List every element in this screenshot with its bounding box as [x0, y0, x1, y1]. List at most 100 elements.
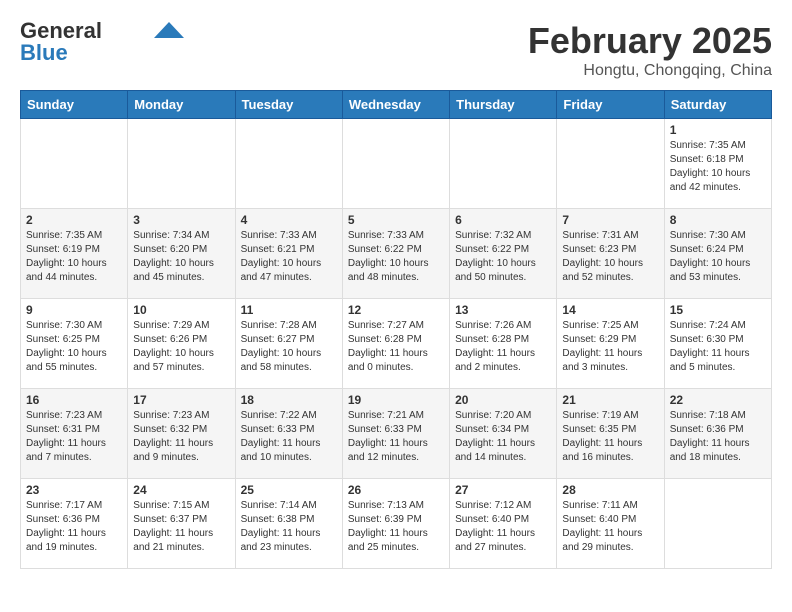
weekday-header-monday: Monday [128, 91, 235, 119]
day-info: Sunrise: 7:34 AM Sunset: 6:20 PM Dayligh… [133, 229, 229, 285]
day-info: Sunrise: 7:23 AM Sunset: 6:32 PM Dayligh… [133, 409, 229, 465]
calendar-cell [450, 119, 557, 209]
day-number: 9 [26, 303, 122, 317]
day-info: Sunrise: 7:18 AM Sunset: 6:36 PM Dayligh… [670, 409, 766, 465]
day-info: Sunrise: 7:35 AM Sunset: 6:19 PM Dayligh… [26, 229, 122, 285]
day-info: Sunrise: 7:30 AM Sunset: 6:25 PM Dayligh… [26, 319, 122, 375]
calendar-cell: 18 Sunrise: 7:22 AM Sunset: 6:33 PM Dayli… [235, 389, 342, 479]
title-block: February 2025 Hongtu, Chongqing, China [528, 20, 772, 80]
day-info: Sunrise: 7:12 AM Sunset: 6:40 PM Dayligh… [455, 499, 551, 555]
logo-arrow-icon [154, 22, 184, 38]
weekday-header-tuesday: Tuesday [235, 91, 342, 119]
calendar-cell: 19 Sunrise: 7:21 AM Sunset: 6:33 PM Dayli… [342, 389, 449, 479]
day-info: Sunrise: 7:31 AM Sunset: 6:23 PM Dayligh… [562, 229, 658, 285]
day-number: 6 [455, 213, 551, 227]
calendar-cell [128, 119, 235, 209]
day-info: Sunrise: 7:33 AM Sunset: 6:22 PM Dayligh… [348, 229, 444, 285]
calendar-cell: 12 Sunrise: 7:27 AM Sunset: 6:28 PM Dayli… [342, 299, 449, 389]
day-info: Sunrise: 7:22 AM Sunset: 6:33 PM Dayligh… [241, 409, 337, 465]
calendar-cell: 8 Sunrise: 7:30 AM Sunset: 6:24 PM Daylig… [664, 209, 771, 299]
weekday-header-friday: Friday [557, 91, 664, 119]
calendar-cell: 11Sunrise: 7:28 AM Sunset: 6:27 PM Dayli… [235, 299, 342, 389]
day-info: Sunrise: 7:24 AM Sunset: 6:30 PM Dayligh… [670, 319, 766, 375]
day-info: Sunrise: 7:11 AM Sunset: 6:40 PM Dayligh… [562, 499, 658, 555]
day-number: 4 [241, 213, 337, 227]
day-info: Sunrise: 7:30 AM Sunset: 6:24 PM Dayligh… [670, 229, 766, 285]
day-number: 2 [26, 213, 122, 227]
calendar-cell: 22 Sunrise: 7:18 AM Sunset: 6:36 PM Dayli… [664, 389, 771, 479]
calendar-week-5: 23 Sunrise: 7:17 AM Sunset: 6:36 PM Dayli… [21, 479, 772, 569]
calendar-cell: 5 Sunrise: 7:33 AM Sunset: 6:22 PM Daylig… [342, 209, 449, 299]
day-number: 20 [455, 393, 551, 407]
day-number: 24 [133, 483, 229, 497]
day-number: 15 [670, 303, 766, 317]
day-number: 8 [670, 213, 766, 227]
day-number: 25 [241, 483, 337, 497]
day-number: 17 [133, 393, 229, 407]
day-info: Sunrise: 7:26 AM Sunset: 6:28 PM Dayligh… [455, 319, 551, 375]
logo: General Blue [20, 20, 184, 64]
calendar-cell: 4 Sunrise: 7:33 AM Sunset: 6:21 PM Daylig… [235, 209, 342, 299]
calendar-cell [21, 119, 128, 209]
day-number: 23 [26, 483, 122, 497]
day-number: 26 [348, 483, 444, 497]
day-info: Sunrise: 7:19 AM Sunset: 6:35 PM Dayligh… [562, 409, 658, 465]
day-number: 5 [348, 213, 444, 227]
day-number: 27 [455, 483, 551, 497]
day-number: 1 [670, 123, 766, 137]
day-info: Sunrise: 7:32 AM Sunset: 6:22 PM Dayligh… [455, 229, 551, 285]
weekday-header-thursday: Thursday [450, 91, 557, 119]
day-number: 12 [348, 303, 444, 317]
calendar-cell [557, 119, 664, 209]
calendar-cell: 14 Sunrise: 7:25 AM Sunset: 6:29 PM Dayli… [557, 299, 664, 389]
day-info: Sunrise: 7:13 AM Sunset: 6:39 PM Dayligh… [348, 499, 444, 555]
page-header: General Blue February 2025 Hongtu, Chong… [20, 20, 772, 80]
day-number: 21 [562, 393, 658, 407]
day-number: 16 [26, 393, 122, 407]
calendar-cell: 13 Sunrise: 7:26 AM Sunset: 6:28 PM Dayli… [450, 299, 557, 389]
calendar-cell: 1Sunrise: 7:35 AM Sunset: 6:18 PM Daylig… [664, 119, 771, 209]
calendar-cell: 21 Sunrise: 7:19 AM Sunset: 6:35 PM Dayli… [557, 389, 664, 479]
calendar-cell: 6 Sunrise: 7:32 AM Sunset: 6:22 PM Daylig… [450, 209, 557, 299]
calendar-cell: 24Sunrise: 7:15 AM Sunset: 6:37 PM Dayli… [128, 479, 235, 569]
day-number: 13 [455, 303, 551, 317]
day-number: 18 [241, 393, 337, 407]
calendar-cell: 25 Sunrise: 7:14 AM Sunset: 6:38 PM Dayli… [235, 479, 342, 569]
day-info: Sunrise: 7:14 AM Sunset: 6:38 PM Dayligh… [241, 499, 337, 555]
calendar-cell: 15 Sunrise: 7:24 AM Sunset: 6:30 PM Dayli… [664, 299, 771, 389]
logo-general: General [20, 20, 102, 42]
day-number: 10 [133, 303, 229, 317]
day-number: 22 [670, 393, 766, 407]
day-info: Sunrise: 7:27 AM Sunset: 6:28 PM Dayligh… [348, 319, 444, 375]
calendar-cell [342, 119, 449, 209]
calendar-table: SundayMondayTuesdayWednesdayThursdayFrid… [20, 90, 772, 569]
day-info: Sunrise: 7:29 AM Sunset: 6:26 PM Dayligh… [133, 319, 229, 375]
calendar-header-row: SundayMondayTuesdayWednesdayThursdayFrid… [21, 91, 772, 119]
calendar-cell: 3Sunrise: 7:34 AM Sunset: 6:20 PM Daylig… [128, 209, 235, 299]
day-info: Sunrise: 7:33 AM Sunset: 6:21 PM Dayligh… [241, 229, 337, 285]
calendar-week-4: 16Sunrise: 7:23 AM Sunset: 6:31 PM Dayli… [21, 389, 772, 479]
calendar-cell: 10 Sunrise: 7:29 AM Sunset: 6:26 PM Dayli… [128, 299, 235, 389]
calendar-cell [235, 119, 342, 209]
weekday-header-wednesday: Wednesday [342, 91, 449, 119]
calendar-cell: 2 Sunrise: 7:35 AM Sunset: 6:19 PM Daylig… [21, 209, 128, 299]
calendar-week-2: 2 Sunrise: 7:35 AM Sunset: 6:19 PM Daylig… [21, 209, 772, 299]
calendar-cell: 17 Sunrise: 7:23 AM Sunset: 6:32 PM Dayli… [128, 389, 235, 479]
day-info: Sunrise: 7:25 AM Sunset: 6:29 PM Dayligh… [562, 319, 658, 375]
day-number: 11 [241, 303, 337, 317]
calendar-cell: 20Sunrise: 7:20 AM Sunset: 6:34 PM Dayli… [450, 389, 557, 479]
calendar-cell: 23 Sunrise: 7:17 AM Sunset: 6:36 PM Dayli… [21, 479, 128, 569]
day-number: 14 [562, 303, 658, 317]
day-info: Sunrise: 7:21 AM Sunset: 6:33 PM Dayligh… [348, 409, 444, 465]
day-number: 7 [562, 213, 658, 227]
day-number: 28 [562, 483, 658, 497]
day-number: 19 [348, 393, 444, 407]
calendar-week-3: 9 Sunrise: 7:30 AM Sunset: 6:25 PM Daylig… [21, 299, 772, 389]
calendar-cell: 28 Sunrise: 7:11 AM Sunset: 6:40 PM Dayli… [557, 479, 664, 569]
calendar-cell: 7 Sunrise: 7:31 AM Sunset: 6:23 PM Daylig… [557, 209, 664, 299]
calendar-cell: 27 Sunrise: 7:12 AM Sunset: 6:40 PM Dayli… [450, 479, 557, 569]
day-info: Sunrise: 7:17 AM Sunset: 6:36 PM Dayligh… [26, 499, 122, 555]
weekday-header-saturday: Saturday [664, 91, 771, 119]
calendar-cell: 26 Sunrise: 7:13 AM Sunset: 6:39 PM Dayli… [342, 479, 449, 569]
weekday-header-sunday: Sunday [21, 91, 128, 119]
